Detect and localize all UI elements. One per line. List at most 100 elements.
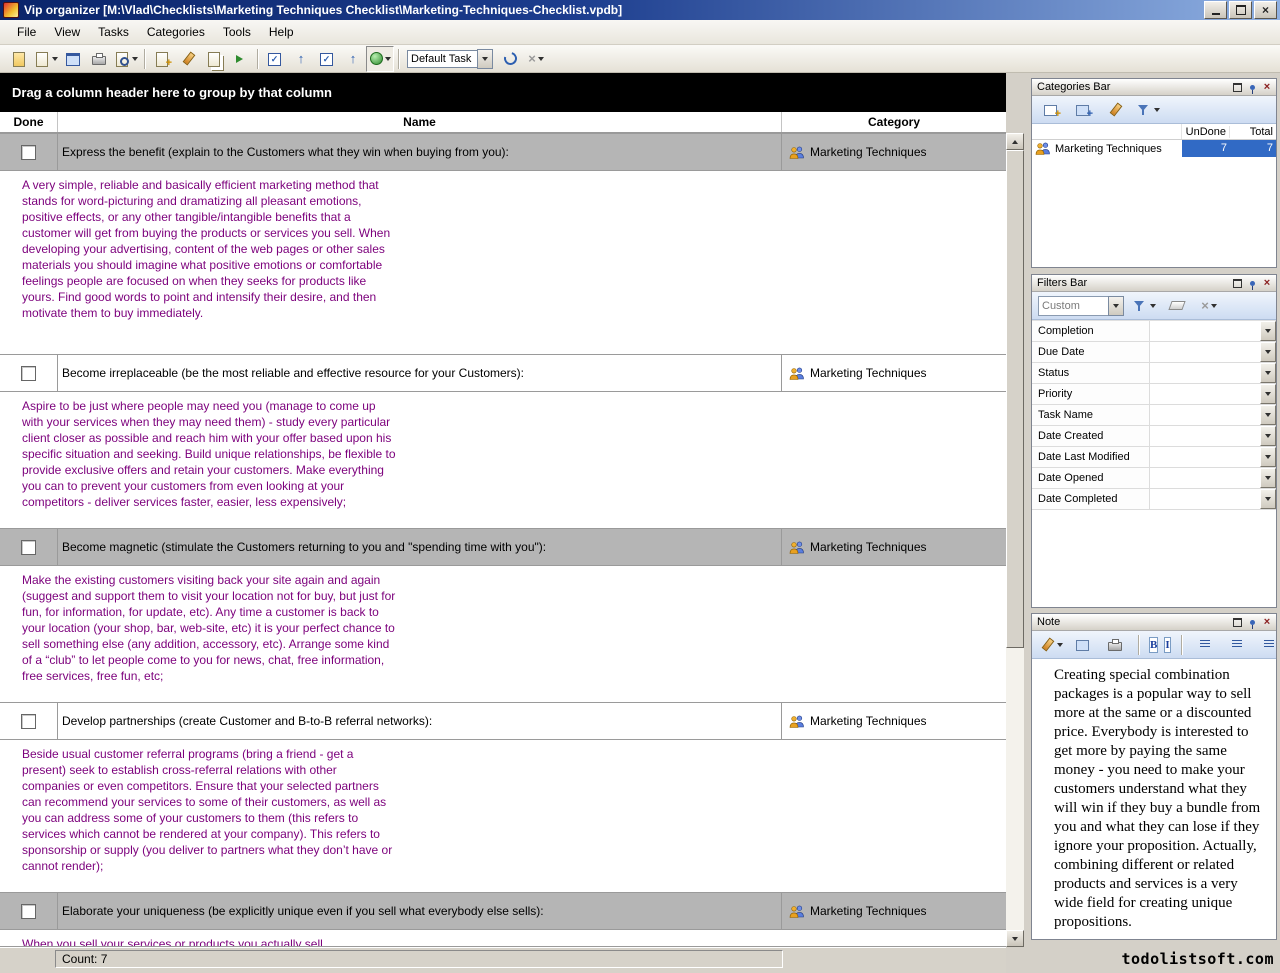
refresh-button[interactable] <box>497 47 523 71</box>
edit-task-button[interactable] <box>175 47 201 71</box>
filter-dropdown-button[interactable] <box>1260 321 1276 341</box>
filters-panel-header[interactable]: Filters Bar × <box>1032 275 1276 292</box>
task-done-checkbox[interactable] <box>21 145 36 160</box>
note-panel-header[interactable]: Note × <box>1032 614 1276 631</box>
title-bar[interactable]: Vip organizer [M:\Vlad\Checklists\Market… <box>0 0 1280 20</box>
task-row[interactable]: Express the benefit (explain to the Cust… <box>0 133 1006 171</box>
export-button[interactable] <box>60 47 86 71</box>
filter-value[interactable] <box>1150 384 1260 404</box>
move-task-up-button[interactable]: ↑ <box>288 47 314 71</box>
filter-value[interactable] <box>1150 426 1260 446</box>
menu-help[interactable]: Help <box>260 21 303 43</box>
print-button[interactable] <box>86 47 112 71</box>
filter-preset-combobox[interactable]: Custom <box>1038 296 1124 316</box>
filter-value[interactable] <box>1150 468 1260 488</box>
start-task-button[interactable] <box>366 46 394 72</box>
bullet-list-button[interactable] <box>1256 633 1280 657</box>
align-left-button[interactable] <box>1192 633 1218 657</box>
menu-tasks[interactable]: Tasks <box>89 21 138 43</box>
checkbox-check-icon: ✓ <box>319 51 335 67</box>
note-editor[interactable]: Creating special combination packages is… <box>1032 659 1276 932</box>
print-preview-button[interactable] <box>112 47 140 71</box>
categories-panel-header[interactable]: Categories Bar × <box>1032 79 1276 96</box>
clear-filter-button[interactable] <box>1164 294 1190 318</box>
panel-close-button[interactable]: × <box>1260 616 1274 629</box>
filter-dropdown-button[interactable] <box>1260 363 1276 383</box>
menu-tools[interactable]: Tools <box>214 21 260 43</box>
scroll-down-button[interactable] <box>1006 930 1024 947</box>
main-scrollbar[interactable] <box>1006 133 1024 947</box>
align-right-button[interactable] <box>1224 633 1250 657</box>
panel-pin-button[interactable] <box>1245 616 1259 629</box>
task-row[interactable]: Develop partnerships (create Customer an… <box>0 702 1006 740</box>
maximize-button[interactable] <box>1229 1 1252 19</box>
undone-column-header[interactable]: UnDone <box>1182 126 1230 138</box>
filter-value[interactable] <box>1150 342 1260 362</box>
raise-priority-button[interactable]: ↑ <box>340 47 366 71</box>
panel-close-button[interactable]: × <box>1260 81 1274 94</box>
panel-restore-button[interactable] <box>1230 616 1244 629</box>
task-row[interactable]: Become magnetic (stimulate the Customers… <box>0 528 1006 566</box>
filter-dropdown-button[interactable] <box>1260 468 1276 488</box>
assign-task-button[interactable]: ✓ <box>314 47 340 71</box>
filter-categories-button[interactable] <box>1134 98 1162 122</box>
menu-file[interactable]: File <box>8 21 45 43</box>
filter-dropdown-button[interactable] <box>1260 384 1276 404</box>
edit-filter-button[interactable] <box>1130 294 1158 318</box>
task-row[interactable]: Become irreplaceable (be the most reliab… <box>0 354 1006 392</box>
column-header-done[interactable]: Done <box>0 112 58 132</box>
panel-pin-button[interactable] <box>1245 277 1259 290</box>
panel-restore-button[interactable] <box>1230 277 1244 290</box>
task-done-checkbox[interactable] <box>21 904 36 919</box>
category-name-column <box>1032 124 1182 139</box>
filter-dropdown-button[interactable] <box>1260 342 1276 362</box>
group-by-bar[interactable]: Drag a column header here to group by th… <box>0 73 1006 112</box>
total-column-header[interactable]: Total <box>1230 126 1276 138</box>
menu-categories[interactable]: Categories <box>138 21 214 43</box>
filter-dropdown-button[interactable] <box>1260 405 1276 425</box>
panel-close-button[interactable]: × <box>1260 277 1274 290</box>
filter-dropdown-button[interactable] <box>1260 489 1276 509</box>
new-category-button[interactable]: + <box>1038 98 1064 122</box>
task-template-combobox[interactable]: Default Task <box>407 49 493 69</box>
print-note-button[interactable] <box>1102 633 1128 657</box>
filter-value[interactable] <box>1150 363 1260 383</box>
scrollbar-thumb[interactable] <box>1006 150 1024 648</box>
add-task-button[interactable]: + <box>149 47 175 71</box>
duplicate-task-button[interactable] <box>201 47 227 71</box>
italic-button[interactable]: I <box>1164 637 1170 653</box>
edit-note-button[interactable] <box>1038 633 1064 657</box>
new-button[interactable] <box>6 47 32 71</box>
menu-view[interactable]: View <box>45 21 89 43</box>
combobox-dropdown-button[interactable] <box>1108 296 1124 316</box>
minimize-button[interactable] <box>1204 1 1227 19</box>
filter-dropdown-button[interactable] <box>1260 447 1276 467</box>
combobox-dropdown-button[interactable] <box>477 49 493 69</box>
column-header-name[interactable]: Name <box>58 112 782 132</box>
task-done-checkbox[interactable] <box>21 714 36 729</box>
close-button[interactable]: × <box>1254 1 1277 19</box>
insert-image-button[interactable] <box>1070 633 1096 657</box>
panel-restore-button[interactable] <box>1230 81 1244 94</box>
new-subcategory-button[interactable]: + <box>1070 98 1096 122</box>
cancel-button[interactable]: × <box>523 47 549 71</box>
remove-filter-button[interactable]: × <box>1196 294 1222 318</box>
column-header-category[interactable]: Category <box>782 112 1006 132</box>
filter-dropdown-button[interactable] <box>1260 426 1276 446</box>
filter-value[interactable] <box>1150 447 1260 467</box>
filter-value[interactable] <box>1150 489 1260 509</box>
filter-value[interactable] <box>1150 405 1260 425</box>
category-row[interactable]: Marketing Techniques 7 7 <box>1032 140 1276 157</box>
task-done-checkbox[interactable] <box>21 540 36 555</box>
task-done-checkbox[interactable] <box>21 366 36 381</box>
panel-pin-button[interactable] <box>1245 81 1259 94</box>
scroll-up-button[interactable] <box>1006 133 1024 150</box>
edit-category-button[interactable] <box>1102 98 1128 122</box>
new-item-dropdown-button[interactable] <box>32 47 60 71</box>
bold-button[interactable]: B <box>1149 637 1158 653</box>
filter-value[interactable] <box>1150 321 1260 341</box>
task-row[interactable]: Elaborate your uniqueness (be explicitly… <box>0 892 1006 930</box>
panel-buttons: × <box>1230 81 1274 94</box>
complete-task-button[interactable]: ✓ <box>262 47 288 71</box>
go-to-button[interactable] <box>227 47 253 71</box>
